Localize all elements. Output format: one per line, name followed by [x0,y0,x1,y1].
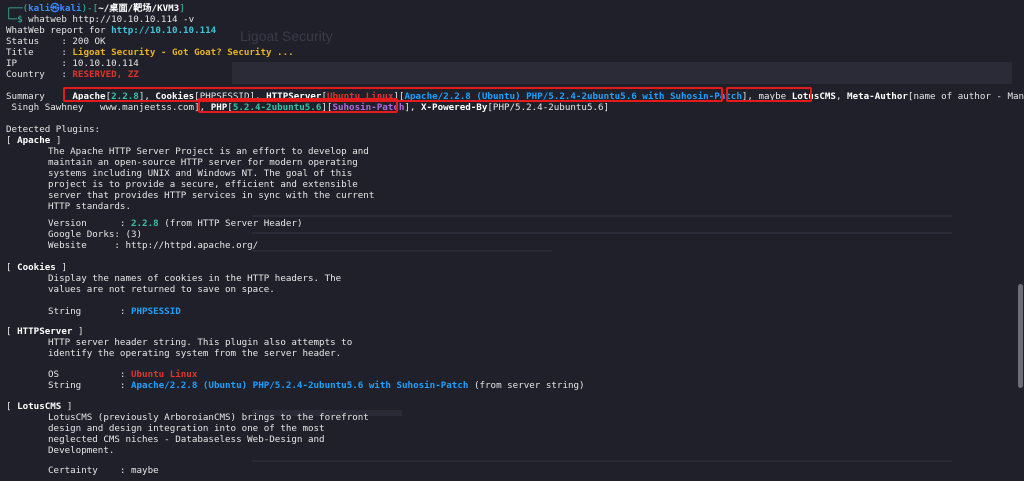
plugin-desc: server that provides HTTP services in sy… [48,190,375,201]
ghost-navbar [232,62,1012,84]
title-line: Title : Ligoat Security - Got Goat? Secu… [6,47,294,58]
terminal-window[interactable]: Ligoat Security ┌──(kali㉿kali)-[~/桌面/靶场/… [0,0,1024,481]
plugin-desc: Development. [48,445,115,456]
plugin-desc: HTTP standards. [48,201,131,212]
command-text: whatweb http://10.10.10.114 -v [28,14,195,25]
report-header: WhatWeb report for http://10.10.10.114 [6,25,217,36]
highlight-box-lotuscms [726,87,812,102]
prompt-line: ┌──(kali㉿kali)-[~/桌面/靶场/KVM3] [6,3,185,14]
command-line: └─$ whatweb http://10.10.10.114 -v [6,14,195,25]
plugin-desc: systems including UNIX and Windows NT. T… [48,168,353,179]
httpserver-os: OS : Ubuntu Linux [48,369,198,380]
plugin-desc: HTTP server header string. This plugin a… [48,337,353,348]
cookies-string: String : PHPSESSID [48,306,181,317]
plugin-desc: values are not returned to save on space… [48,284,275,295]
plugin-httpserver-name: [ HTTPServer ] [6,326,84,337]
apache-website: Website : http://httpd.apache.org/ [48,240,259,251]
highlight-box-php [198,98,398,113]
ip-line: IP : 10.10.10.114 [6,58,139,69]
ghost-rule [252,460,952,462]
plugin-desc: project is to provide a secure, efficien… [48,179,358,190]
country-line: Country : RESERVED, ZZ [6,69,139,80]
plugin-desc: identify the operating system from the s… [48,348,342,359]
status-line: Status : 200 OK [6,36,106,47]
httpserver-string: String : Apache/2.2.8 (Ubuntu) PHP/5.2.4… [48,380,585,391]
plugin-desc: Display the names of cookies in the HTTP… [48,273,342,284]
plugin-apache-name: [ Apache ] [6,135,62,146]
plugin-cookies-name: [ Cookies ] [6,262,67,273]
apache-version: Version : 2.2.8 (from HTTP Server Header… [48,218,303,229]
plugins-heading: Detected Plugins: [6,124,101,135]
prompt-user: kali㉿kali [28,3,82,14]
plugin-desc: LotusCMS (previously ArboroianCMS) bring… [48,412,369,423]
plugin-desc: neglected CMS niches - Databaseless Web-… [48,434,325,445]
plugin-desc: design and design integration into one o… [48,423,325,434]
plugin-lotuscms-name: [ LotusCMS ] [6,401,73,412]
plugin-desc: The Apache HTTP Server Project is an eff… [48,146,369,157]
apache-dorks: Google Dorks: (3) [48,229,143,240]
background-webpage: Ligoat Security [232,0,1012,481]
ghost-title: Ligoat Security [240,28,333,44]
ghost-rule [252,232,952,234]
scrollbar-thumb[interactable] [1018,284,1023,388]
lotus-certainty: Certainty : maybe [48,465,159,476]
prompt-path: ~/桌面/靶场/KVM3 [98,3,180,14]
ghost-rule [252,250,552,252]
plugin-desc: maintain an open-source HTTP server for … [48,157,358,168]
ghost-rule [252,215,952,217]
